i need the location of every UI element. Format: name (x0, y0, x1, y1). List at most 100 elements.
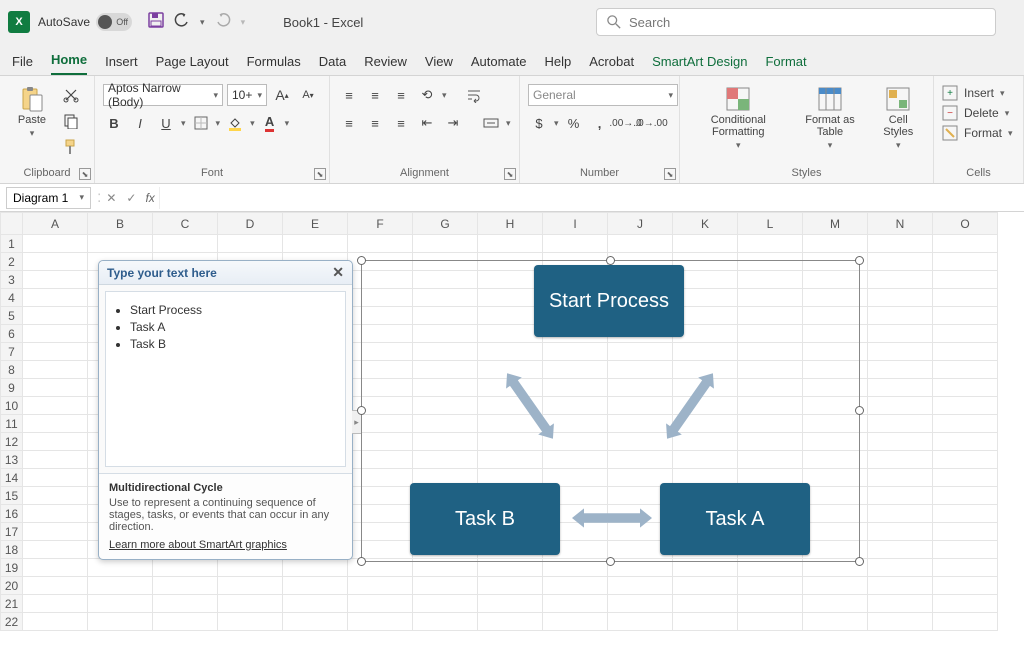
orientation-icon[interactable]: ⟲ (416, 84, 438, 106)
resize-handle[interactable] (357, 256, 366, 265)
cell[interactable] (868, 595, 933, 613)
percent-icon[interactable]: % (563, 112, 585, 134)
font-dialog-launcher[interactable]: ⬊ (314, 168, 326, 180)
text-pane-list[interactable]: Start ProcessTask ATask B (105, 291, 346, 467)
cut-icon[interactable] (60, 84, 82, 106)
smartart-node-right[interactable]: Task A (660, 483, 810, 555)
cell[interactable] (933, 289, 998, 307)
row-header[interactable]: 15 (1, 487, 23, 505)
cell-styles-button[interactable]: Cell Styles▾ (871, 84, 925, 153)
cell[interactable] (413, 577, 478, 595)
decrease-decimal-icon[interactable]: .0→.00 (641, 112, 663, 134)
wrap-text-icon[interactable] (463, 84, 485, 106)
row-header[interactable]: 4 (1, 289, 23, 307)
column-header[interactable]: A (23, 213, 88, 235)
cell[interactable] (868, 577, 933, 595)
cell[interactable] (543, 235, 608, 253)
row-header[interactable]: 16 (1, 505, 23, 523)
cell[interactable] (23, 595, 88, 613)
cell[interactable] (23, 325, 88, 343)
cell[interactable] (153, 613, 218, 631)
cell[interactable] (23, 397, 88, 415)
row-header[interactable]: 6 (1, 325, 23, 343)
column-header[interactable]: I (543, 213, 608, 235)
tab-insert[interactable]: Insert (105, 54, 138, 75)
decrease-font-icon[interactable]: A▾ (297, 84, 319, 106)
row-header[interactable]: 11 (1, 415, 23, 433)
save-icon[interactable] (148, 12, 164, 33)
cell[interactable] (608, 595, 673, 613)
column-header[interactable]: L (738, 213, 803, 235)
cell[interactable] (88, 235, 153, 253)
insert-cells-button[interactable]: +Insert▾ (942, 84, 1005, 102)
align-top-icon[interactable]: ≡ (338, 84, 360, 106)
cell[interactable] (153, 235, 218, 253)
column-header[interactable]: F (348, 213, 413, 235)
cell[interactable] (478, 577, 543, 595)
cell[interactable] (478, 613, 543, 631)
cell[interactable] (23, 415, 88, 433)
row-header[interactable]: 12 (1, 433, 23, 451)
cell[interactable] (23, 613, 88, 631)
increase-decimal-icon[interactable]: .00→.0 (615, 112, 637, 134)
cell[interactable] (933, 505, 998, 523)
cell[interactable] (803, 595, 868, 613)
cell[interactable] (23, 343, 88, 361)
cell[interactable] (868, 613, 933, 631)
number-dialog-launcher[interactable]: ⬊ (664, 168, 676, 180)
column-header[interactable]: K (673, 213, 738, 235)
row-header[interactable]: 20 (1, 577, 23, 595)
cell[interactable] (673, 235, 738, 253)
text-pane-item[interactable]: Start Process (130, 303, 337, 317)
font-color-icon[interactable]: A (259, 112, 281, 134)
cell[interactable] (608, 235, 673, 253)
tab-home[interactable]: Home (51, 52, 87, 75)
align-left-icon[interactable]: ≡ (338, 112, 360, 134)
cell[interactable] (608, 577, 673, 595)
cell[interactable] (673, 613, 738, 631)
cell[interactable] (413, 595, 478, 613)
row-header[interactable]: 3 (1, 271, 23, 289)
smartart-text-pane[interactable]: Type your text here ✕ Start ProcessTask … (98, 260, 353, 560)
resize-handle[interactable] (855, 256, 864, 265)
cell[interactable] (348, 577, 413, 595)
cell[interactable] (868, 469, 933, 487)
cell[interactable] (543, 577, 608, 595)
smartart-node-left[interactable]: Task B (410, 483, 560, 555)
name-box[interactable]: Diagram 1▾ (6, 187, 91, 209)
column-header[interactable]: G (413, 213, 478, 235)
cell[interactable] (478, 235, 543, 253)
merge-center-icon[interactable] (480, 112, 502, 134)
cell[interactable] (23, 487, 88, 505)
cell[interactable] (23, 577, 88, 595)
cell[interactable] (868, 271, 933, 289)
cell[interactable] (153, 577, 218, 595)
cell[interactable] (868, 325, 933, 343)
row-header[interactable]: 5 (1, 307, 23, 325)
increase-font-icon[interactable]: A▴ (271, 84, 293, 106)
cell[interactable] (933, 451, 998, 469)
cell[interactable] (23, 307, 88, 325)
cell[interactable] (738, 235, 803, 253)
row-header[interactable]: 21 (1, 595, 23, 613)
cell[interactable] (803, 613, 868, 631)
cell[interactable] (933, 577, 998, 595)
row-header[interactable]: 8 (1, 361, 23, 379)
delete-cells-button[interactable]: −Delete▾ (942, 104, 1009, 122)
decrease-indent-icon[interactable]: ⇤ (416, 112, 438, 134)
cell[interactable] (933, 397, 998, 415)
cell[interactable] (933, 469, 998, 487)
font-name-combo[interactable]: Aptos Narrow (Body)▾ (103, 84, 223, 106)
cell[interactable] (868, 559, 933, 577)
column-header[interactable]: M (803, 213, 868, 235)
row-header[interactable]: 18 (1, 541, 23, 559)
learn-more-link[interactable]: Learn more about SmartArt graphics (109, 539, 342, 551)
tab-review[interactable]: Review (364, 54, 407, 75)
cell[interactable] (23, 505, 88, 523)
currency-icon[interactable]: $ (528, 112, 550, 134)
cell[interactable] (23, 451, 88, 469)
cell[interactable] (23, 469, 88, 487)
cell[interactable] (283, 577, 348, 595)
cell[interactable] (23, 559, 88, 577)
redo-icon[interactable] (215, 12, 231, 33)
